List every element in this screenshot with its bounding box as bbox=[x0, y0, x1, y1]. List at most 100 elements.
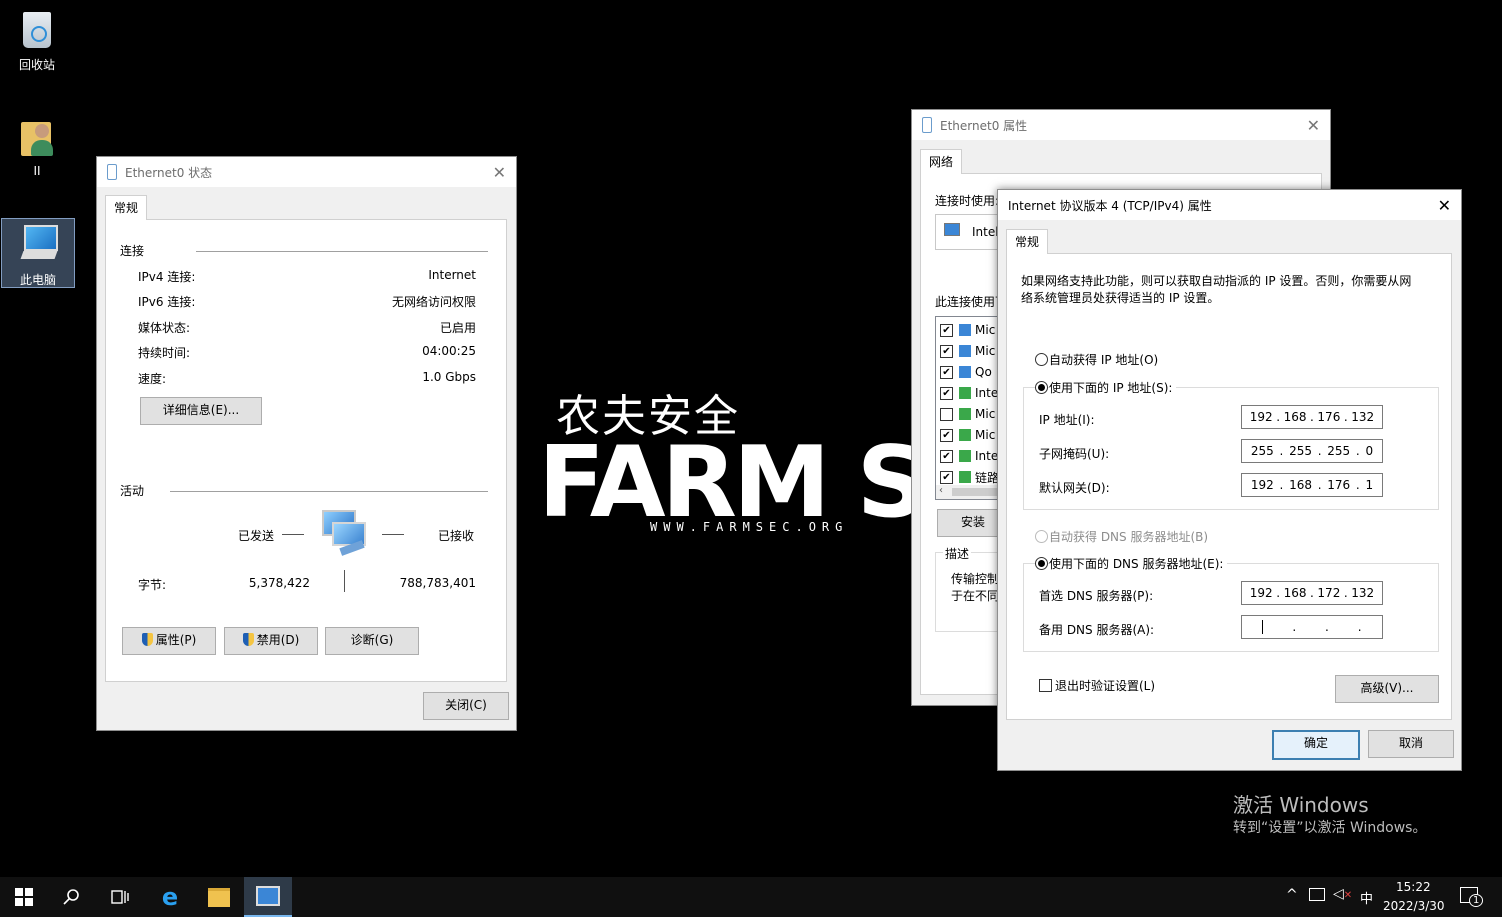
close-button[interactable]: 关闭(C) bbox=[423, 692, 509, 720]
intro-text: 如果网络支持此功能，则可以获取自动指派的 IP 设置。否则，你需要从网 bbox=[1021, 274, 1412, 288]
component-checkbox[interactable] bbox=[940, 407, 953, 421]
diagnose-button[interactable]: 诊断(G) bbox=[325, 627, 419, 655]
folder-user-icon bbox=[17, 116, 57, 160]
component-label: Inte bbox=[975, 386, 999, 400]
description-text: 于在不同 bbox=[951, 589, 1000, 603]
component-list-item[interactable]: Mic bbox=[940, 405, 995, 423]
horizontal-scrollbar[interactable]: ‹ bbox=[936, 485, 1006, 499]
ip-octet: 255 bbox=[1250, 444, 1274, 458]
duration-label: 持续时间: bbox=[138, 346, 191, 360]
component-list-item[interactable]: ✔ Mic bbox=[940, 342, 995, 360]
component-checkbox[interactable]: ✔ bbox=[940, 449, 953, 463]
speed-value: 1.0 Gbps bbox=[422, 370, 476, 384]
network-connections-button[interactable] bbox=[244, 877, 292, 917]
user-folder-icon[interactable]: II bbox=[1, 116, 73, 178]
preferred-dns-field[interactable]: 192. 168. 172. 132 bbox=[1241, 581, 1383, 605]
component-checkbox[interactable]: ✔ bbox=[940, 470, 953, 484]
component-icon bbox=[959, 387, 971, 399]
ime-indicator[interactable]: 中 bbox=[1360, 888, 1373, 907]
notification-icon[interactable]: 1 bbox=[1460, 887, 1484, 907]
status-window-titlebar[interactable]: Ethernet0 状态 ✕ bbox=[97, 157, 516, 187]
show-hidden-icons[interactable]: ^ bbox=[1286, 887, 1298, 903]
manual-ip-radio[interactable] bbox=[1035, 381, 1048, 394]
subnet-mask-field[interactable]: 255. 255. 255. 0 bbox=[1241, 439, 1383, 463]
properties-button-label: 属性(P) bbox=[155, 633, 197, 647]
task-view-icon bbox=[111, 890, 129, 904]
bytes-received-value: 788,783,401 bbox=[399, 576, 476, 590]
clock-time[interactable]: 15:22 bbox=[1396, 880, 1431, 894]
details-button[interactable]: 详细信息(E)... bbox=[140, 397, 262, 425]
media-state-label: 媒体状态: bbox=[138, 321, 191, 335]
validate-label[interactable]: 退出时验证设置(L) bbox=[1055, 677, 1155, 694]
ip-octet: 192 bbox=[1249, 586, 1273, 600]
component-checkbox[interactable]: ✔ bbox=[940, 323, 953, 337]
divider bbox=[196, 251, 488, 252]
task-view-button[interactable] bbox=[96, 877, 144, 917]
gateway-field[interactable]: 192. 168. 176. 1 bbox=[1241, 473, 1383, 497]
folder-icon bbox=[208, 887, 230, 907]
component-checkbox[interactable]: ✔ bbox=[940, 344, 953, 358]
network-card-icon bbox=[944, 223, 960, 236]
activation-title: 激活 Windows bbox=[1233, 793, 1369, 817]
activation-text: 转到“设置”以激活 Windows。 bbox=[1233, 820, 1427, 836]
tab-network[interactable]: 网络 bbox=[920, 149, 963, 174]
component-checkbox[interactable]: ✔ bbox=[940, 386, 953, 400]
disable-button-label: 禁用(D) bbox=[256, 633, 300, 647]
ok-button[interactable]: 确定 bbox=[1272, 730, 1360, 760]
user-folder-label: II bbox=[33, 164, 41, 178]
component-list-item[interactable]: ✔ Mic bbox=[940, 426, 995, 444]
this-pc-icon[interactable]: 此电脑 bbox=[1, 218, 75, 288]
auto-ip-radio[interactable] bbox=[1035, 353, 1048, 366]
alternate-dns-field[interactable]: ... bbox=[1241, 615, 1383, 639]
component-checkbox[interactable]: ✔ bbox=[940, 365, 953, 379]
advanced-button[interactable]: 高级(V)... bbox=[1335, 675, 1439, 703]
search-icon bbox=[63, 889, 79, 905]
file-explorer-button[interactable] bbox=[195, 877, 243, 917]
taskbar: e ^ ◁✕ 中 15:22 2022/3/30 1 bbox=[0, 877, 1502, 917]
ipv6-value: 无网络访问权限 bbox=[391, 295, 476, 309]
component-label: Mic bbox=[975, 407, 996, 421]
close-icon[interactable]: ✕ bbox=[1307, 116, 1320, 135]
watermark-url: WWW.FARMSEC.ORG bbox=[650, 520, 849, 534]
component-list-item[interactable]: ✔ Qo bbox=[940, 363, 992, 381]
search-button[interactable] bbox=[48, 877, 96, 917]
notification-count: 1 bbox=[1469, 894, 1484, 907]
recycle-bin-icon[interactable]: 回收站 bbox=[1, 8, 73, 73]
properties-button[interactable]: 属性(P) bbox=[122, 627, 216, 655]
manual-ip-label[interactable]: 使用下面的 IP 地址(S): bbox=[1049, 379, 1177, 396]
ipv6-label: IPv6 连接: bbox=[138, 295, 196, 309]
tab-general[interactable]: 常规 bbox=[105, 195, 148, 220]
properties-window-titlebar[interactable]: Ethernet0 属性 ✕ bbox=[912, 110, 1330, 140]
ip-octet: 0 bbox=[1365, 444, 1374, 458]
status-window: Ethernet0 状态 ✕ 常规 连接 IPv4 连接: Internet I… bbox=[96, 156, 517, 731]
chevron-left-icon[interactable]: ‹ bbox=[939, 485, 943, 496]
ipv4-window-title: Internet 协议版本 4 (TCP/IPv4) 属性 bbox=[1008, 198, 1212, 213]
volume-muted-icon[interactable]: ◁✕ bbox=[1333, 886, 1352, 902]
ipv4-window-titlebar[interactable]: Internet 协议版本 4 (TCP/IPv4) 属性 ✕ bbox=[998, 190, 1461, 220]
network-tray-icon[interactable] bbox=[1309, 888, 1325, 901]
component-list-item[interactable]: ✔ Mic bbox=[940, 321, 995, 339]
start-button[interactable] bbox=[0, 877, 48, 917]
component-list-item[interactable]: ✔ 链路 bbox=[940, 468, 999, 486]
ip-address-field[interactable]: 192. 168. 176. 132 bbox=[1241, 405, 1383, 429]
component-checkbox[interactable]: ✔ bbox=[940, 428, 953, 442]
component-label: Mic bbox=[975, 428, 996, 442]
manual-dns-label[interactable]: 使用下面的 DNS 服务器地址(E): bbox=[1049, 555, 1228, 572]
auto-dns-radio[interactable] bbox=[1035, 530, 1048, 543]
clock-date[interactable]: 2022/3/30 bbox=[1383, 899, 1445, 913]
disable-button[interactable]: 禁用(D) bbox=[224, 627, 318, 655]
close-icon[interactable]: ✕ bbox=[1438, 196, 1451, 215]
internet-explorer-button[interactable]: e bbox=[146, 877, 194, 917]
component-label: Inte bbox=[975, 449, 999, 463]
manual-dns-radio[interactable] bbox=[1035, 557, 1048, 570]
auto-dns-label[interactable]: 自动获得 DNS 服务器地址(B) bbox=[1049, 528, 1208, 545]
duration-value: 04:00:25 bbox=[422, 344, 476, 358]
auto-ip-label[interactable]: 自动获得 IP 地址(O) bbox=[1049, 351, 1158, 368]
cancel-button[interactable]: 取消 bbox=[1368, 730, 1454, 758]
tab-general[interactable]: 常规 bbox=[1006, 229, 1049, 254]
ip-octet: 192 bbox=[1250, 478, 1274, 492]
component-list-item[interactable]: ✔ Inte bbox=[940, 384, 998, 402]
validate-checkbox[interactable] bbox=[1039, 679, 1052, 692]
close-icon[interactable]: ✕ bbox=[493, 163, 506, 182]
component-list-item[interactable]: ✔ Inte bbox=[940, 447, 998, 465]
